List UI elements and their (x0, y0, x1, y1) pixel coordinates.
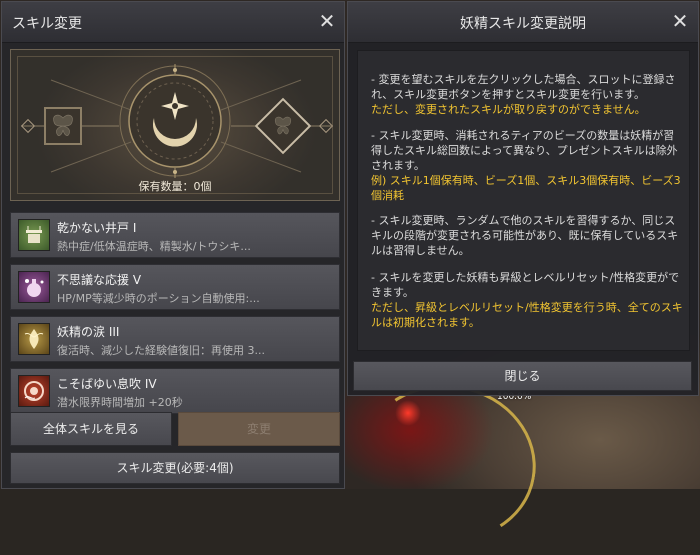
paragraph-text: - スキルを変更した妖精も昇級とレベルリセット/性格変更ができます。 (371, 271, 680, 299)
fairy-skill-explanation-panel: 妖精スキル変更説明 ✕ - 変更を望むスキルを左クリックした場合、スロットに登録… (347, 1, 699, 396)
water-well-icon (18, 219, 50, 251)
close-icon[interactable]: ✕ (317, 11, 337, 31)
view-all-skills-button[interactable]: 全体スキルを見る (10, 412, 172, 446)
butterfly-icon (53, 114, 73, 136)
disabled-change-button[interactable]: 変更 (178, 412, 340, 446)
skill-change-panel: スキル変更 ✕ 保有数量：0個 乾かない井戸 I 熱中症/低体温症時、精製水/ト… (1, 1, 345, 489)
owned-count-label: 保有数量：0個 (138, 180, 212, 193)
skill-desc: HP/MP等減少時のポーション自動使用:... (57, 292, 260, 305)
explanation-title: 妖精スキル変更説明 (460, 16, 586, 32)
paragraph-note: ただし、変更されたスキルが取り戻すのができません。 (371, 103, 646, 116)
explanation-titlebar: 妖精スキル変更説明 ✕ (348, 2, 698, 43)
skill-name: こそばゆい息吹 IV (57, 377, 157, 391)
paragraph-text: - スキル変更時、ランダムで他のスキルを習得するか、同じスキルの段階が変更される… (371, 214, 679, 257)
skill-change-banner: 保有数量：0個 (10, 49, 340, 201)
skill-change-titlebar: スキル変更 ✕ (2, 2, 344, 43)
explanation-paragraph-3: - スキル変更時、ランダムで他のスキルを習得するか、同じスキルの段階が変更される… (371, 213, 683, 258)
skill-change-title: スキル変更 (12, 16, 82, 32)
skill-row-tear[interactable]: 妖精の涙 III 復活時、減少した経験値復旧：再使用 3... (10, 316, 340, 362)
skill-name: 不思議な応援 V (57, 273, 142, 287)
paragraph-note: 例) スキル1個保有時、ビーズ1個、スキル3個保有時、ビーズ3個消耗 (371, 174, 681, 202)
skill-row-breath[interactable]: こそばゆい息吹 IV 潜水限界時間増加 +20秒 (10, 368, 340, 414)
explanation-paragraph-4: - スキルを変更した妖精も昇級とレベルリセット/性格変更ができます。 ただし、昇… (371, 270, 683, 330)
explanation-paragraph-2: - スキル変更時、消耗されるティアのビーズの数量は妖精が習得したスキル総回数によ… (371, 128, 683, 203)
paragraph-text: - スキル変更時、消耗されるティアのビーズの数量は妖精が習得したスキル総回数によ… (371, 129, 678, 172)
skill-row-cheer[interactable]: 不思議な応援 V HP/MP等減少時のポーション自動使用:... (10, 264, 340, 310)
cheer-potion-icon (18, 271, 50, 303)
moon-emblem-icon (116, 62, 234, 180)
source-skill-slot[interactable] (44, 107, 82, 145)
fairy-tear-icon (18, 323, 50, 355)
close-icon[interactable]: ✕ (670, 11, 690, 31)
skill-row-well[interactable]: 乾かない井戸 I 熱中症/低体温症時、精製水/トウシキ... (10, 212, 340, 258)
skill-desc: 復活時、減少した経験値復旧：再使用 3... (57, 344, 265, 357)
paragraph-note: ただし、昇級とレベルリセット/性格変更を行う時、全てのスキルは初期化されます。 (371, 301, 683, 329)
explanation-text-box: - 変更を望むスキルを左クリックした場合、スロットに登録され、スキル変更ボタンを… (357, 50, 690, 351)
skill-name: 乾かない井戸 I (57, 221, 137, 235)
close-button[interactable]: 閉じる (353, 361, 692, 391)
paragraph-text: - 変更を望むスキルを左クリックした場合、スロットに登録され、スキル変更ボタンを… (371, 73, 676, 101)
butterfly-icon (269, 112, 297, 140)
explanation-paragraph-1: - 変更を望むスキルを左クリックした場合、スロットに登録され、スキル変更ボタンを… (371, 72, 683, 117)
target-skill-slot[interactable] (254, 97, 312, 155)
skill-name: 妖精の涙 III (57, 325, 120, 339)
skill-change-button[interactable]: スキル変更(必要:4個) (10, 452, 340, 484)
skill-desc: 潜水限界時間増加 +20秒 (57, 396, 183, 409)
breath-icon (18, 375, 50, 407)
skill-desc: 熱中症/低体温症時、精製水/トウシキ... (57, 240, 251, 253)
